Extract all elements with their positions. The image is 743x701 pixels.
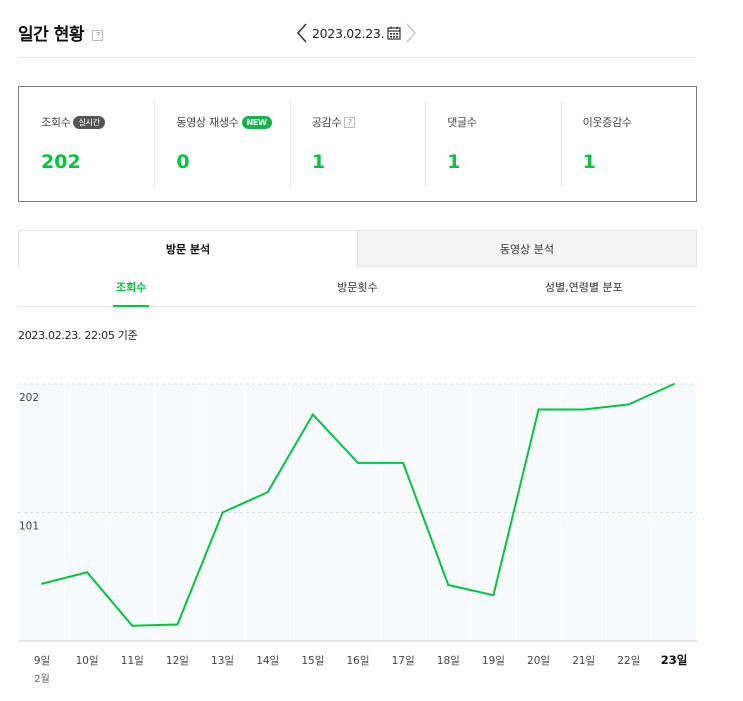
current-date: 2023.02.23. — [312, 25, 385, 41]
y-tick-label: 202 — [19, 392, 39, 404]
data-point — [266, 491, 269, 494]
stat-video-plays-label: 동영상 재생수 — [176, 116, 239, 129]
subtab-gender-age[interactable]: 성별,연령별 분포 — [471, 267, 697, 306]
stat-comments-value: 1 — [447, 151, 461, 173]
x-tick-label: 20일 — [527, 654, 550, 667]
page-title-text: 일간 현황 — [18, 25, 84, 45]
help-icon[interactable]: ? — [92, 30, 104, 41]
tab-visit-analysis[interactable]: 방문 분석 — [18, 230, 357, 267]
page-title: 일간 현황 ? — [18, 20, 104, 45]
stat-likes-label: 공감수 — [311, 116, 342, 129]
data-point — [447, 584, 450, 587]
stat-comments-label: 댓글수 — [447, 116, 477, 129]
stat-views-value: 202 — [41, 151, 81, 173]
stat-label: 동영상 재생수 NEW — [176, 114, 272, 130]
subtab-views[interactable]: 조회수 — [18, 267, 244, 307]
x-tick-label: 16일 — [346, 654, 369, 667]
prev-date-button[interactable] — [294, 21, 310, 45]
data-point — [176, 623, 179, 626]
data-point — [86, 571, 89, 574]
new-badge: NEW — [241, 115, 272, 129]
likes-help-icon[interactable]: ? — [344, 116, 356, 128]
stat-comments[interactable]: 댓글수 1 — [425, 87, 560, 201]
stat-label: 조회수 실시간 — [41, 114, 105, 130]
data-point — [41, 582, 43, 585]
data-point — [221, 511, 224, 514]
summary-stats: 조회수 실시간 202 동영상 재생수 NEW 0 공감수 ? 1 댓글수 1 … — [18, 86, 697, 202]
x-month-label: 2월 — [34, 673, 50, 685]
data-point — [627, 403, 630, 406]
stat-label: 이웃증감수 — [583, 114, 632, 130]
date-navigator: 2023.02.23. — [294, 21, 419, 45]
stat-views[interactable]: 조회수 실시간 202 — [19, 87, 154, 201]
stat-likes-value: 1 — [311, 151, 326, 173]
x-tick-label: 9일 — [34, 654, 50, 667]
x-tick-label: 17일 — [392, 654, 415, 667]
x-tick-label: 22일 — [617, 654, 640, 667]
stat-video-plays-value: 0 — [176, 151, 190, 173]
data-point — [402, 461, 405, 464]
stat-views-label: 조회수 — [41, 116, 71, 129]
stat-neighbors-value: 1 — [582, 151, 596, 173]
tab-video-analysis[interactable]: 동영상 분석 — [357, 230, 697, 267]
chevron-right-icon — [406, 23, 417, 43]
data-point — [582, 408, 585, 411]
stat-likes[interactable]: 공감수 ? 1 — [289, 87, 425, 201]
calendar-icon[interactable] — [387, 26, 401, 40]
data-point — [492, 594, 495, 597]
stat-video-plays[interactable]: 동영상 재생수 NEW 0 — [154, 87, 289, 201]
x-tick-label: 14일 — [256, 654, 279, 667]
realtime-badge: 실시간 — [73, 115, 105, 129]
metric-subtabs: 조회수 방문횟수 성별,연령별 분포 — [18, 267, 697, 307]
x-tick-label: 13일 — [211, 654, 234, 667]
y-tick-label: 101 — [19, 521, 39, 533]
stat-label: 공감수 ? — [311, 114, 356, 130]
views-line-chart: 202 101 9일 10일 11일 12일 13일 14일 15일 16일 17일 18일 19일 20… — [18, 383, 697, 685]
stat-label: 댓글수 — [447, 114, 477, 130]
data-point — [311, 413, 314, 416]
data-point — [131, 624, 134, 627]
x-tick-label: 21일 — [572, 654, 595, 667]
x-tick-label: 15일 — [301, 654, 324, 667]
subtab-visits[interactable]: 방문횟수 — [244, 267, 470, 306]
x-tick-label: 23일 — [661, 653, 688, 667]
data-basis-timestamp: 2023.02.23. 22:05 기준 — [18, 329, 138, 342]
stat-neighbors-label: 이웃증감수 — [582, 116, 632, 129]
x-tick-label: 12일 — [166, 654, 189, 667]
x-tick-label: 19일 — [482, 654, 505, 667]
x-tick-label: 11일 — [121, 654, 144, 667]
next-date-button[interactable] — [403, 21, 419, 45]
stat-neighbors[interactable]: 이웃증감수 1 — [560, 87, 696, 201]
x-tick-label: 10일 — [76, 654, 99, 667]
x-tick-label: 18일 — [437, 654, 460, 667]
data-point — [537, 408, 540, 411]
data-point — [357, 461, 359, 464]
data-point — [673, 383, 675, 385]
page-header: 일간 현황 ? 2023.02.23. — [18, 18, 696, 58]
analysis-tabs: 방문 분석 동영상 분석 — [18, 230, 697, 267]
chevron-left-icon — [297, 23, 307, 43]
